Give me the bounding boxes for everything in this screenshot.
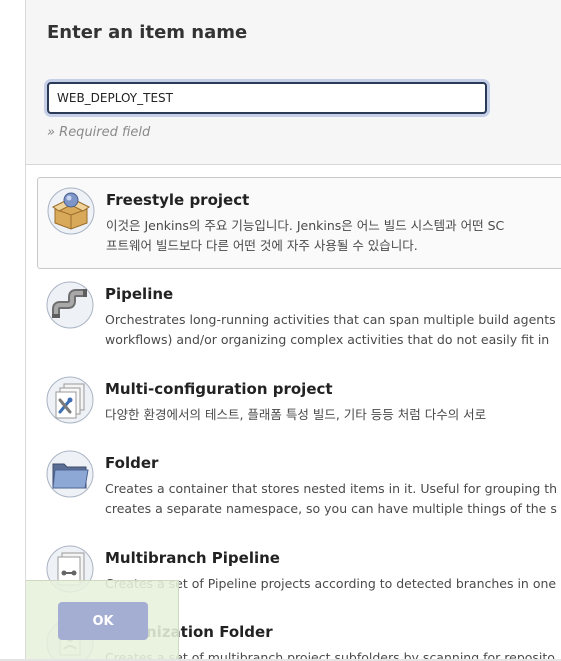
required-field-hint: » Required field: [47, 125, 151, 140]
item-name-input[interactable]: [47, 82, 487, 114]
form-footer: OK: [26, 580, 179, 661]
item-type-folder[interactable]: Folder Creates a container that stores n…: [37, 441, 561, 533]
pipeline-icon: [46, 281, 94, 329]
item-type-title: Multi-configuration project: [105, 380, 333, 398]
item-type-description: 다양한 환경에서의 테스트, 플래폼 특성 빌드, 기타 등등 처럼 다수의 서…: [105, 407, 487, 422]
item-type-multi-configuration-project[interactable]: Multi-configuration project 다양한 환경에서의 테스…: [37, 367, 561, 437]
ok-button[interactable]: OK: [58, 602, 148, 640]
item-type-freestyle-project[interactable]: Freestyle project 이것은 Jenkins의 주요 기능입니다.…: [37, 177, 561, 269]
new-item-page: Enter an item name » Required field Free…: [0, 0, 561, 661]
item-type-title: Folder: [105, 454, 159, 472]
folder-icon: [46, 450, 94, 498]
item-type-title: Multibranch Pipeline: [105, 549, 280, 567]
item-name-section: Enter an item name » Required field: [26, 0, 561, 165]
item-type-description: 이것은 Jenkins의 주요 기능입니다. Jenkins은 어느 빌드 시스…: [106, 218, 505, 253]
multi-configuration-project-icon: [46, 376, 94, 424]
item-type-description: Orchestrates long-running activities tha…: [105, 312, 556, 347]
page-title: Enter an item name: [47, 22, 248, 43]
item-type-pipeline[interactable]: Pipeline Orchestrates long-running activ…: [37, 272, 561, 364]
item-type-description: Creates a container that stores nested i…: [105, 481, 558, 516]
item-type-title: Pipeline: [105, 285, 174, 303]
freestyle-project-icon: [47, 187, 95, 235]
item-type-title: Freestyle project: [106, 191, 250, 209]
